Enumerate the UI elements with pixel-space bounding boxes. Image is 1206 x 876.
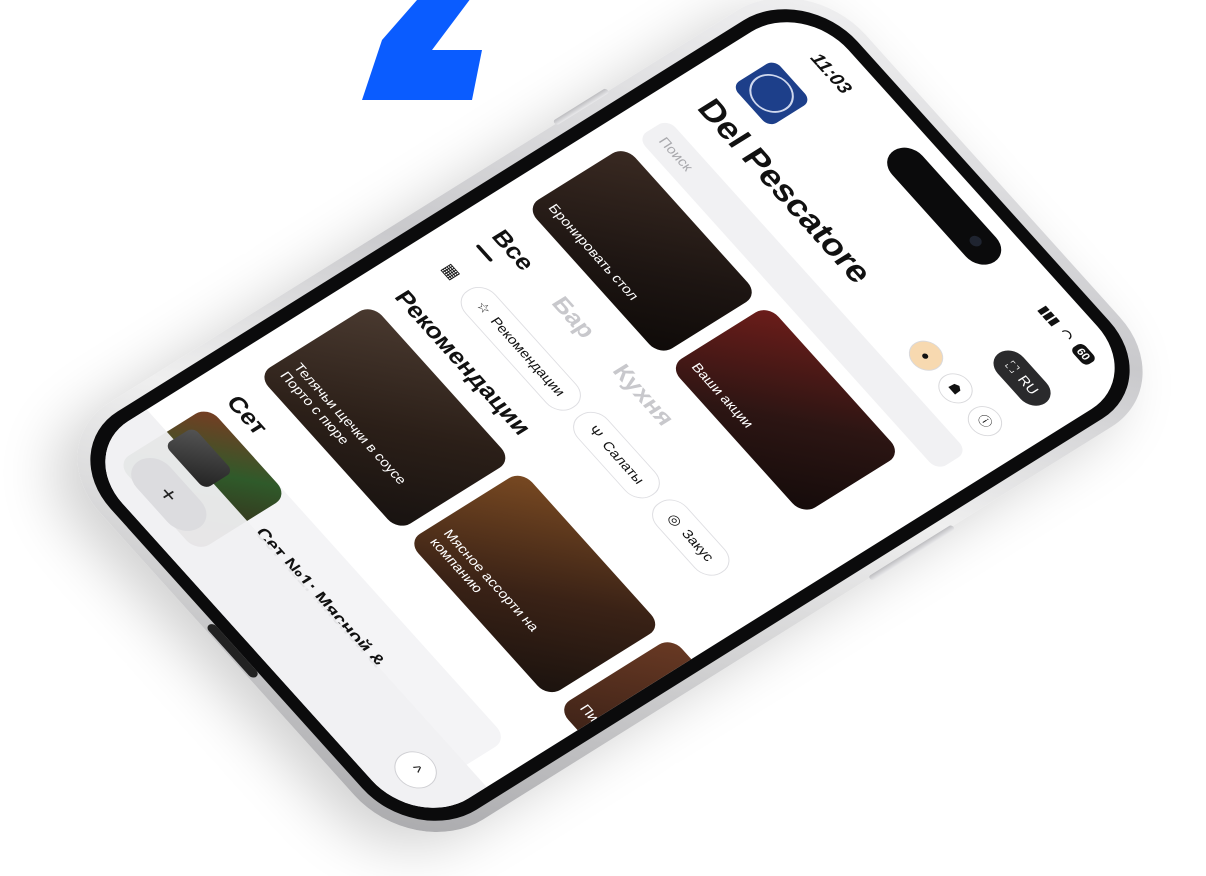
dish-name: Телячьи щечки в соусе Порто с пюре [276, 360, 410, 487]
translate-icon: ⛶ [1002, 359, 1023, 375]
camera-icon [967, 233, 985, 249]
grid-icon[interactable]: ▦ [430, 253, 473, 290]
app-screen: 11:03 ▮▮▮ ◠ 60 ⛶ RU Del Pescatore ● ☗ ⓘ … [77, 0, 1143, 831]
star-icon: ☆ [472, 298, 495, 317]
mascot-button[interactable]: ● [901, 335, 951, 377]
plate-icon: ◎ [663, 511, 686, 530]
dynamic-island [878, 140, 1010, 272]
waiter-icon: ☗ [945, 379, 967, 397]
cutlery-icon: Ψ [585, 423, 607, 441]
active-tab-indicator [475, 243, 494, 263]
info-button[interactable]: ⓘ [960, 400, 1010, 442]
chip-label: Закус [678, 526, 718, 564]
brand-mark-logo [362, 0, 482, 100]
mascot-icon: ● [917, 348, 935, 363]
wifi-icon: ◠ [1056, 326, 1078, 343]
chip-appetizers[interactable]: ◎ Закус [644, 493, 738, 582]
tab-all[interactable]: Все [485, 225, 541, 275]
dish-card[interactable]: Телячьи щечки в соусе Порто с пюре [257, 303, 512, 532]
battery-indicator: 60 [1069, 341, 1098, 367]
info-icon: ⓘ [974, 412, 996, 431]
signal-icon: ▮▮▮ [1035, 303, 1064, 328]
language-button[interactable]: ⛶ RU [986, 344, 1058, 412]
waiter-call-button[interactable]: ☗ [931, 367, 980, 410]
dish-name: Мясное ассорти на компанию [426, 526, 543, 634]
promo-your-offers[interactable]: Ваши акции [669, 304, 902, 516]
chip-label: Салаты [598, 438, 648, 487]
dish-card[interactable]: Мясное ассорти на компанию [407, 470, 662, 698]
promo-label: Ваши акции [687, 360, 757, 431]
language-label: RU [1014, 372, 1042, 398]
tab-bar[interactable]: Бар [545, 292, 602, 343]
phone-mockup: 11:03 ▮▮▮ ◠ 60 ⛶ RU Del Pescatore ● ☗ ⓘ … [39, 0, 1181, 863]
status-time: 11:03 [805, 49, 856, 98]
scroll-up-button[interactable]: ^ [385, 744, 446, 796]
logo-seal-icon [740, 66, 803, 121]
tab-kitchen[interactable]: Кухня [606, 359, 681, 430]
